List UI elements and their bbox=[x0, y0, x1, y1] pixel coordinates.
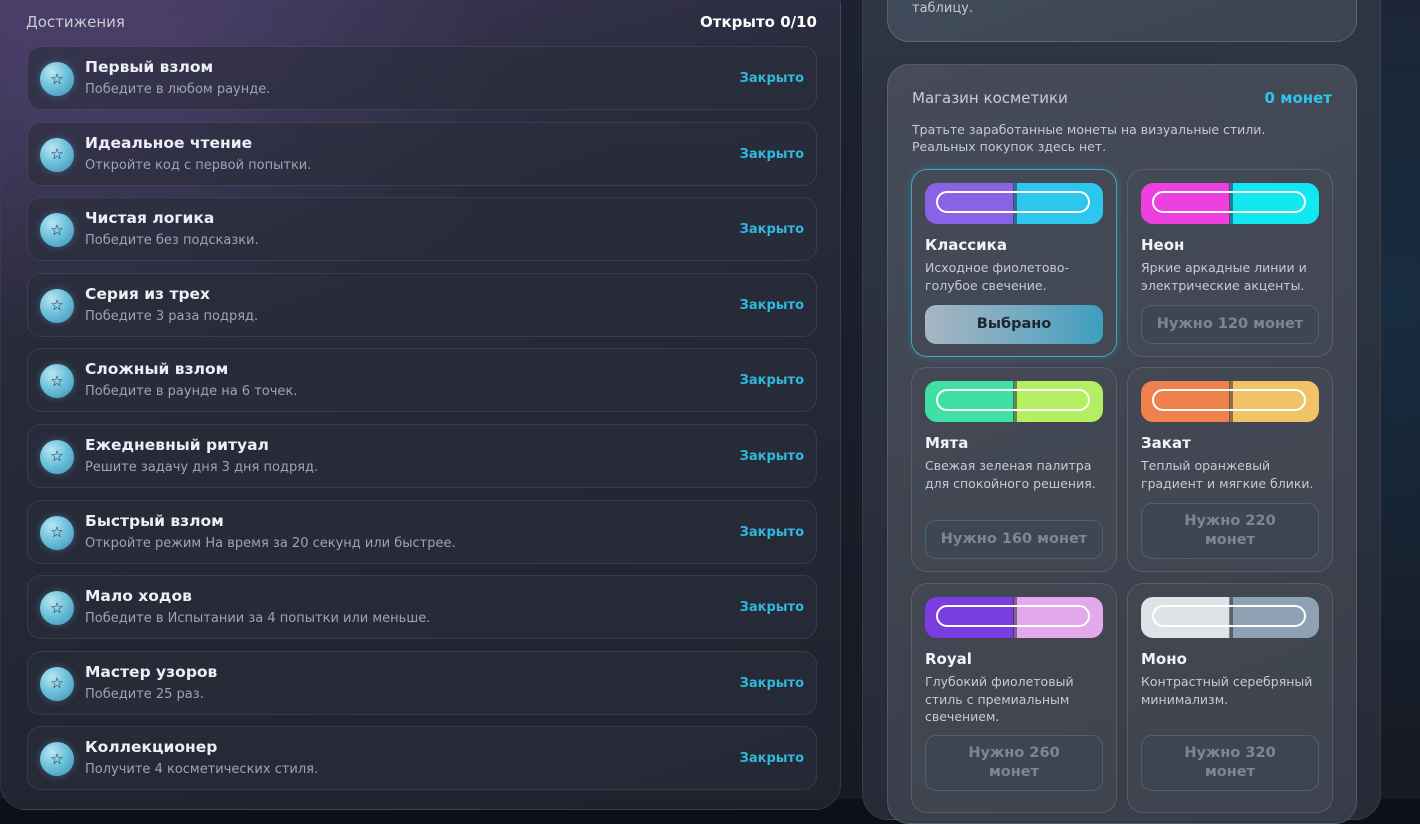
achievement-status: Закрыто bbox=[739, 524, 804, 540]
achievement-desc: Откройте код с первой попытки. bbox=[85, 157, 312, 173]
shop-description: Тратьте заработанные монеты на визуальны… bbox=[912, 121, 1332, 155]
skin-card-mint[interactable]: Мята Свежая зеленая палитра для спокойно… bbox=[911, 367, 1117, 572]
info-card-text: таблицу. bbox=[912, 1, 973, 16]
skin-desc: Яркие аркадные линии и электрические акц… bbox=[1141, 260, 1307, 293]
skin-card-mono[interactable]: Моно Контрастный серебряный минимализм. … bbox=[1127, 583, 1333, 813]
skin-name: Моно bbox=[1141, 650, 1187, 668]
skin-card-sunset[interactable]: Закат Теплый оранжевый градиент и мягкие… bbox=[1127, 367, 1333, 572]
star-icon: ☆ bbox=[40, 666, 74, 701]
achievement-status: Закрыто bbox=[739, 297, 804, 313]
star-icon: ☆ bbox=[40, 213, 74, 248]
skin-desc: Теплый оранжевый градиент и мягкие блики… bbox=[1141, 458, 1314, 491]
skin-name: Закат bbox=[1141, 434, 1191, 452]
star-icon: ☆ bbox=[40, 62, 74, 96]
achievement-name: Сложный взлом bbox=[85, 360, 229, 379]
achievement-name: Ежедневный ритуал bbox=[85, 435, 269, 454]
achievement-item: ☆ Быстрый взлом Откройте режим На время … bbox=[27, 499, 817, 564]
star-icon: ☆ bbox=[40, 137, 74, 172]
achievement-item: ☆ Первый взлом Победите в любом раунде. … bbox=[27, 46, 817, 110]
achievement-name: Серия из трех bbox=[85, 284, 211, 303]
achievement-status: Закрыто bbox=[739, 751, 804, 767]
achievement-status: Закрыто bbox=[739, 146, 804, 162]
skin-name: Неон bbox=[1141, 236, 1185, 254]
skin-card-royal[interactable]: Royal Глубокий фиолетовый стиль с премиа… bbox=[911, 583, 1117, 813]
achievement-status: Закрыто bbox=[739, 373, 804, 389]
achievement-status: Закрыто bbox=[739, 448, 804, 464]
shop-description-line: Реальных покупок здесь нет. bbox=[912, 139, 1107, 154]
skin-preview bbox=[1141, 183, 1319, 224]
achievement-desc: Получите 4 косметических стиля. bbox=[85, 762, 319, 778]
achievement-status: Закрыто bbox=[739, 675, 804, 691]
skin-buy-button[interactable]: Нужно 260 монет bbox=[925, 735, 1103, 791]
achievement-desc: Победите в любом раунде. bbox=[85, 82, 271, 97]
achievement-name: Коллекционер bbox=[85, 738, 218, 757]
achievement-desc: Откройте режим На время за 20 секунд или… bbox=[85, 535, 456, 551]
skin-name: Классика bbox=[925, 236, 1007, 254]
info-card: таблицу. bbox=[887, 0, 1357, 42]
skin-desc: Контрастный серебряный минимализм. bbox=[1141, 674, 1313, 707]
achievements-counter: Открыто 0/10 bbox=[700, 13, 817, 31]
achievement-item: ☆ Серия из трех Победите 3 раза подряд. … bbox=[27, 272, 817, 337]
skin-buy-button[interactable]: Нужно 320 монет bbox=[1141, 735, 1319, 791]
skin-buy-button[interactable]: Нужно 120 монет bbox=[1141, 305, 1319, 344]
achievement-name: Мастер узоров bbox=[85, 662, 218, 681]
achievement-item: ☆ Чистая логика Победите без подсказки. … bbox=[27, 197, 817, 262]
coin-balance: 0 монет bbox=[1264, 89, 1332, 107]
achievement-desc: Решите задачу дня 3 дня подряд. bbox=[85, 459, 319, 475]
shop-description-line: Тратьте заработанные монеты на визуальны… bbox=[912, 122, 1266, 137]
achievement-item: ☆ Коллекционер Получите 4 косметических … bbox=[27, 726, 817, 791]
achievement-desc: Победите в раунде на 6 точек. bbox=[85, 384, 298, 400]
skin-card-neon[interactable]: Неон Яркие аркадные линии и электрически… bbox=[1127, 169, 1333, 357]
star-icon: ☆ bbox=[40, 364, 74, 399]
achievement-status: Закрыто bbox=[739, 222, 804, 238]
skin-preview bbox=[925, 381, 1103, 422]
achievement-item: ☆ Мастер узоров Победите 25 раз. Закрыто bbox=[27, 650, 817, 715]
achievement-name: Чистая логика bbox=[85, 209, 215, 228]
cosmetics-shop: Магазин косметики 0 монет Тратьте зарабо… bbox=[887, 64, 1357, 824]
achievement-name: Мало ходов bbox=[85, 587, 192, 606]
achievement-item: ☆ Мало ходов Победите в Испытании за 4 п… bbox=[27, 575, 817, 640]
star-icon: ☆ bbox=[40, 591, 74, 626]
achievement-name: Первый взлом bbox=[85, 58, 214, 76]
star-icon: ☆ bbox=[40, 515, 74, 550]
achievement-status: Закрыто bbox=[739, 600, 804, 616]
star-icon: ☆ bbox=[40, 288, 74, 323]
achievement-status: Закрыто bbox=[739, 71, 804, 86]
skin-selected-button[interactable]: Выбрано bbox=[925, 305, 1103, 344]
skin-preview bbox=[1141, 597, 1319, 638]
skin-card-classic[interactable]: Классика Исходное фиолетово-голубое свеч… bbox=[911, 169, 1117, 357]
shop-title: Магазин косметики bbox=[912, 89, 1068, 107]
achievement-desc: Победите 3 раза подряд. bbox=[85, 308, 259, 324]
achievements-title: Достижения bbox=[26, 13, 125, 31]
achievement-name: Идеальное чтение bbox=[85, 133, 253, 152]
achievement-name: Быстрый взлом bbox=[85, 511, 224, 530]
skin-desc: Свежая зеленая палитра для спокойного ре… bbox=[925, 458, 1096, 491]
star-icon: ☆ bbox=[40, 439, 74, 474]
skin-buy-button[interactable]: Нужно 160 монет bbox=[925, 520, 1103, 559]
skin-preview bbox=[1141, 381, 1319, 422]
achievement-desc: Победите 25 раз. bbox=[85, 686, 204, 702]
achievement-item: ☆ Ежедневный ритуал Решите задачу дня 3 … bbox=[27, 423, 817, 488]
skin-desc: Исходное фиолетово-голубое свечение. bbox=[925, 260, 1069, 293]
skin-desc: Глубокий фиолетовый стиль с премиальным … bbox=[925, 674, 1074, 724]
achievement-desc: Победите в Испытании за 4 попытки или ме… bbox=[85, 611, 431, 627]
achievements-list: ☆ Первый взлом Победите в любом раунде. … bbox=[27, 46, 817, 802]
skin-name: Royal bbox=[925, 650, 972, 668]
achievement-desc: Победите без подсказки. bbox=[85, 233, 259, 249]
skin-name: Мята bbox=[925, 434, 969, 452]
star-icon: ☆ bbox=[40, 742, 74, 777]
skin-preview bbox=[925, 597, 1103, 638]
skin-preview bbox=[925, 183, 1103, 224]
skin-buy-button[interactable]: Нужно 220 монет bbox=[1141, 503, 1319, 559]
achievement-item: ☆ Идеальное чтение Откройте код с первой… bbox=[27, 121, 817, 186]
achievement-item: ☆ Сложный взлом Победите в раунде на 6 т… bbox=[27, 348, 817, 413]
